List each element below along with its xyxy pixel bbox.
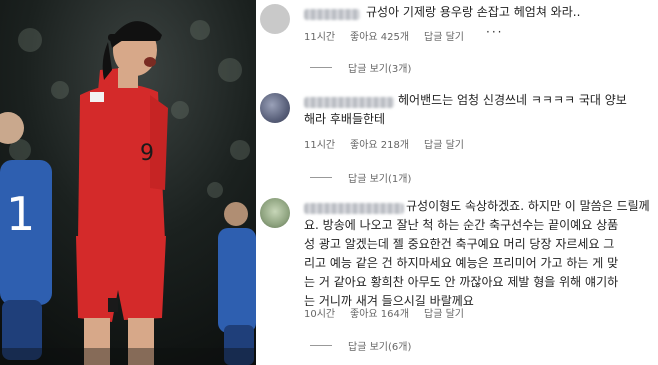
avatar[interactable] [260,4,290,34]
like-count[interactable]: 좋아요 164개 [350,305,409,320]
reply-button[interactable]: 답글 달기 [424,305,464,320]
like-count[interactable]: 좋아요 218개 [350,136,409,151]
view-replies-link[interactable]: 답글 보기(1개) [348,170,411,185]
comment-text: 헤어밴드는 엄청 신경쓰네 ㅋㅋㅋㅋ 국대 양보 [398,93,627,107]
username-blurred[interactable] [304,97,394,108]
reply-button[interactable]: 답글 달기 [424,136,464,151]
view-replies-link[interactable]: 답글 보기(6개) [348,338,411,353]
comment-text: 규성아 기제랑 용우랑 손잡고 헤엄쳐 와라.. [366,5,581,19]
player-photo: 1 9 [0,0,256,365]
comment-text: 규성이형도 속상하겠죠. 하지만 이 말씀은 드릴께 [406,199,650,213]
like-count[interactable]: 좋아요 425개 [350,28,409,43]
comment-text-continued: 는 거 같아요 황희찬 아무도 안 까잖아요 제발 형을 위해 얘기하 [304,275,619,289]
comment-time: 11시간 [304,32,336,43]
comment-text-continued: 리고 예능 같은 건 하지마세요 예능은 프리미어 가고 하는 게 맞 [304,256,619,270]
svg-text:9: 9 [140,141,154,166]
divider [310,67,332,68]
comment-text-continued: 성 광고 알겠는데 젤 중요한건 축구예요 머리 당장 자르세요 그 [304,237,615,251]
avatar[interactable] [260,198,290,228]
divider [310,177,332,178]
comment-section: 규성아 기제랑 용우랑 손잡고 헤엄쳐 와라.. 11시간 좋아요 425개 답… [256,0,658,365]
avatar[interactable] [260,93,290,123]
username-blurred[interactable] [304,9,360,20]
comment-time: 10시간 [304,309,336,320]
comment-text-continued: 요. 방송에 나오고 잘난 척 하는 순간 축구선수는 끝이예요 상품 [304,218,619,232]
celebrating-player-image: 1 9 [0,0,256,365]
comment-text-continued: 해라 후배들한테 [304,112,386,126]
ellipsis-icon[interactable]: ··· [486,25,503,39]
svg-text:1: 1 [6,187,35,241]
comment-time: 11시간 [304,140,336,151]
username-blurred[interactable] [304,203,404,214]
view-replies-link[interactable]: 답글 보기(3개) [348,60,411,75]
reply-button[interactable]: 답글 달기 [424,28,464,43]
divider [310,345,332,346]
